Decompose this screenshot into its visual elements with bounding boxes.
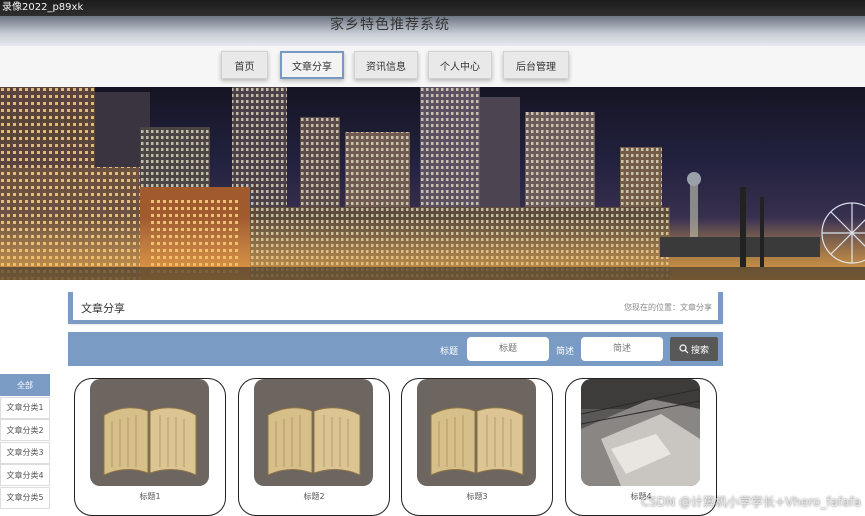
open-book-image (90, 379, 209, 486)
category-item[interactable]: 文章分类1 (0, 396, 50, 419)
article-thumbnail (90, 379, 209, 486)
article-title: 标题3 (466, 492, 488, 501)
category-item[interactable]: 文章分类2 (0, 419, 50, 441)
article-thumbnail (254, 379, 373, 486)
category-item[interactable]: 文章分类4 (0, 464, 50, 486)
section-title: 文章分享 (81, 302, 125, 315)
article-card[interactable]: 标题1 (74, 378, 226, 516)
article-title: 标题2 (303, 492, 325, 501)
breadcrumb: 您现在的位置：文章分享 (624, 303, 712, 312)
search-bar: 标题 简述 搜索 (68, 332, 723, 366)
section-title-bar: 文章分享 您现在的位置：文章分享 (68, 292, 723, 324)
intro-search-input[interactable] (581, 337, 663, 361)
search-button[interactable]: 搜索 (670, 337, 718, 361)
category-item[interactable]: 文章分类3 (0, 441, 50, 464)
nav-item-news[interactable]: 资讯信息 (354, 51, 418, 79)
main-nav: 首页 文章分享 资讯信息 个人中心 后台管理 (0, 46, 865, 87)
article-title: 标题1 (139, 492, 161, 501)
nav-item-home[interactable]: 首页 (221, 51, 268, 79)
window-title: 录像2022_p89xk (2, 2, 84, 13)
open-book-image (254, 379, 373, 486)
library-shelf-image (581, 379, 700, 486)
article-card[interactable]: 标题3 (401, 378, 553, 516)
banner-image (0, 87, 865, 280)
title-search-input[interactable] (467, 337, 549, 361)
open-book-image (417, 379, 536, 486)
search-button-label: 搜索 (690, 345, 709, 356)
search-label-intro: 简述 (556, 347, 575, 357)
search-label-title: 标题 (440, 347, 459, 357)
csdn-watermark: CSDN @计算机小学学长+Vhero_fafafa (640, 495, 861, 509)
article-card[interactable]: 标题2 (238, 378, 390, 516)
site-title: 家乡特色推荐系统 (330, 17, 450, 33)
main-content: 文章分享 您现在的位置：文章分享 标题 简述 搜索 全部 文章分类1 文章分类2… (0, 280, 865, 516)
search-icon (679, 344, 689, 354)
nav-item-admin[interactable]: 后台管理 (503, 51, 569, 79)
nav-item-personal-center[interactable]: 个人中心 (428, 51, 492, 79)
category-item-all[interactable]: 全部 (0, 374, 50, 396)
category-list: 全部 文章分类1 文章分类2 文章分类3 文章分类4 文章分类5 (0, 374, 50, 509)
nav-item-article-share[interactable]: 文章分享 (280, 51, 344, 79)
window-title-bar: 录像2022_p89xk (0, 0, 865, 16)
article-thumbnail (581, 379, 700, 486)
city-skyline-illustration (0, 87, 865, 280)
category-item[interactable]: 文章分类5 (0, 486, 50, 509)
article-thumbnail (417, 379, 536, 486)
site-header: 家乡特色推荐系统 (0, 16, 865, 46)
